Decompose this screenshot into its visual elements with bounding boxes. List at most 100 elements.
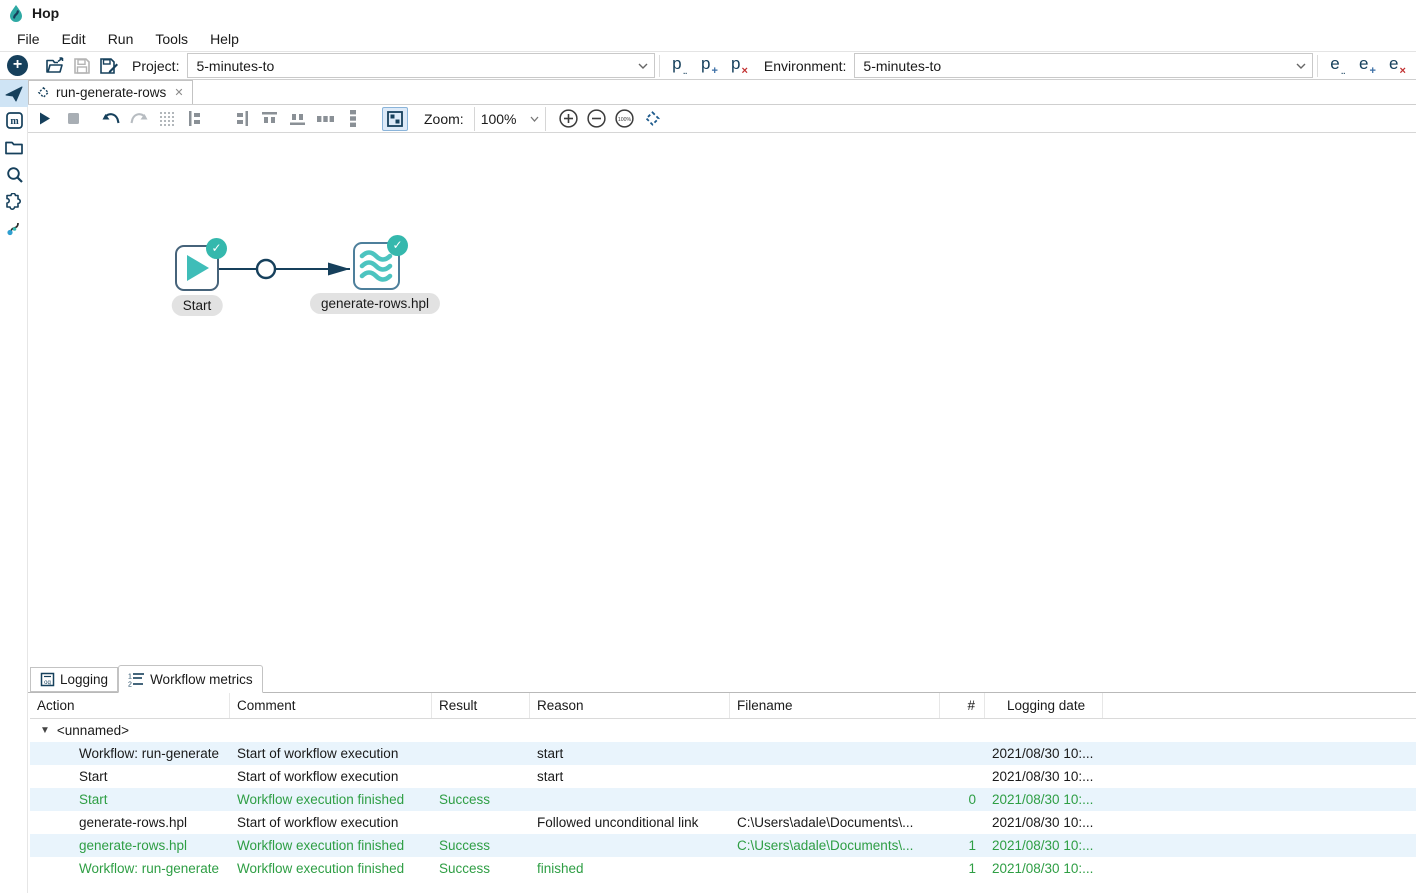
table-row[interactable]: Start Start of workflow execution start … xyxy=(30,765,1416,788)
perspective-data-orchestration[interactable] xyxy=(0,80,28,107)
redo-icon xyxy=(130,112,148,125)
plus-icon: + xyxy=(7,55,28,76)
save-as-icon xyxy=(99,57,119,75)
environment-combo[interactable]: 5-minutes-to xyxy=(854,53,1313,78)
tab-run-generate-rows[interactable]: run-generate-rows ✕ xyxy=(28,80,193,104)
tab-logging[interactable]: og Logging xyxy=(30,667,118,692)
collapse-chevron-icon[interactable]: ▼ xyxy=(40,725,50,736)
column-header-count[interactable]: # xyxy=(940,693,985,718)
align-bottom-button[interactable] xyxy=(284,107,310,131)
distribute-vertical-icon xyxy=(349,110,357,127)
metadata-icon: m xyxy=(6,112,23,129)
perspective-plugins[interactable] xyxy=(0,188,28,215)
show-execution-results-button[interactable] xyxy=(382,107,408,131)
environment-delete-button[interactable]: e× xyxy=(1382,53,1412,78)
align-top-button[interactable] xyxy=(256,107,282,131)
zoom-in-button[interactable] xyxy=(556,107,582,131)
project-combo[interactable]: 5-minutes-to xyxy=(187,53,654,78)
tab-workflow-metrics[interactable]: 1 2 Workflow metrics xyxy=(118,665,263,693)
workflow-node-start[interactable]: ✓ xyxy=(175,245,219,291)
menu-tools[interactable]: Tools xyxy=(146,29,197,49)
table-row[interactable]: generate-rows.hpl Start of workflow exec… xyxy=(30,811,1416,834)
align-left-button[interactable] xyxy=(182,107,208,131)
run-button[interactable] xyxy=(32,107,58,131)
svg-text:og: og xyxy=(44,680,51,686)
perspective-neo4j[interactable] xyxy=(0,215,28,242)
column-header-logging-date[interactable]: Logging date xyxy=(985,693,1103,718)
zoom-100-button[interactable]: 100% xyxy=(612,107,638,131)
grid-icon xyxy=(159,111,175,127)
stop-button[interactable] xyxy=(60,107,86,131)
workflow-metrics-table: Action Comment Result Reason Filename # … xyxy=(28,693,1416,893)
table-row[interactable]: Workflow: run-generate Start of workflow… xyxy=(30,742,1416,765)
column-header-action[interactable]: Action xyxy=(30,693,230,718)
add-plus-icon: + xyxy=(1370,60,1376,82)
project-edit-button[interactable]: p.. xyxy=(664,53,694,78)
workflow-node-pipeline[interactable]: ✓ xyxy=(353,242,400,290)
zoom-combo[interactable]: 100% xyxy=(474,107,546,131)
perspective-file-explorer[interactable] xyxy=(0,134,28,161)
table-group-row[interactable]: ▼ <unnamed> xyxy=(30,719,1416,742)
menu-help[interactable]: Help xyxy=(201,29,248,49)
zoom-to-fit-button[interactable] xyxy=(640,107,666,131)
chevron-down-icon[interactable] xyxy=(638,63,648,69)
close-icon[interactable]: ✕ xyxy=(174,86,183,99)
execution-results-icon xyxy=(387,111,403,127)
workflow-canvas[interactable]: ✓ ✓ Start generate-rows.hpl xyxy=(28,133,1416,664)
folder-icon xyxy=(5,140,23,155)
svg-text:1: 1 xyxy=(128,673,132,680)
table-row[interactable]: Start Workflow execution finished Succes… xyxy=(30,788,1416,811)
menu-run[interactable]: Run xyxy=(99,29,143,49)
align-left-icon xyxy=(189,111,202,126)
column-header-filename[interactable]: Filename xyxy=(730,693,940,718)
perspective-search[interactable] xyxy=(0,161,28,188)
environment-label: Environment: xyxy=(764,58,846,74)
perspective-metadata[interactable]: m xyxy=(0,107,28,134)
svg-text:m: m xyxy=(10,116,19,127)
play-icon xyxy=(39,112,51,125)
menu-edit[interactable]: Edit xyxy=(53,29,95,49)
distribute-vertically-button[interactable] xyxy=(340,107,366,131)
group-label: <unnamed> xyxy=(57,723,129,738)
chevron-down-icon[interactable] xyxy=(1296,63,1306,69)
environment-edit-button[interactable]: e.. xyxy=(1322,53,1352,78)
search-icon xyxy=(6,166,23,183)
menu-file[interactable]: File xyxy=(8,29,49,49)
new-button[interactable]: + xyxy=(4,53,31,78)
zoom-in-icon xyxy=(559,109,578,128)
delete-x-icon: × xyxy=(1400,60,1406,82)
align-top-icon xyxy=(262,112,277,125)
paper-plane-icon xyxy=(5,86,23,102)
column-header-result[interactable]: Result xyxy=(432,693,530,718)
titlebar: Hop xyxy=(0,0,1416,26)
column-header-comment[interactable]: Comment xyxy=(230,693,432,718)
zoom-100-icon: 100% xyxy=(615,109,634,128)
node-label-pipeline: generate-rows.hpl xyxy=(310,293,440,314)
zoom-out-button[interactable] xyxy=(584,107,610,131)
table-row[interactable]: generate-rows.hpl Workflow execution fin… xyxy=(30,834,1416,857)
logging-icon: og xyxy=(40,672,55,687)
redo-button[interactable] xyxy=(126,107,152,131)
save-as-button[interactable] xyxy=(95,53,122,78)
align-right-button[interactable] xyxy=(228,107,254,131)
app-title: Hop xyxy=(32,5,59,21)
environment-add-button[interactable]: e+ xyxy=(1352,53,1382,78)
undo-button[interactable] xyxy=(98,107,124,131)
metrics-list-icon: 1 2 xyxy=(128,672,145,687)
project-add-button[interactable]: p+ xyxy=(694,53,724,78)
save-icon xyxy=(73,57,91,75)
table-row[interactable]: Workflow: run-generate Workflow executio… xyxy=(30,857,1416,880)
chevron-down-icon[interactable] xyxy=(530,116,539,122)
stop-icon xyxy=(68,113,79,124)
project-delete-button[interactable]: p× xyxy=(724,53,754,78)
save-button[interactable] xyxy=(68,53,95,78)
open-button[interactable] xyxy=(41,53,68,78)
column-header-reason[interactable]: Reason xyxy=(530,693,730,718)
menubar: File Edit Run Tools Help xyxy=(0,26,1416,51)
neo4j-graph-icon xyxy=(6,220,23,237)
snap-to-grid-button[interactable] xyxy=(154,107,180,131)
project-combo-value: 5-minutes-to xyxy=(196,58,637,74)
edit-dots-icon: .. xyxy=(683,60,687,82)
distribute-horizontally-button[interactable] xyxy=(312,107,338,131)
delete-x-icon: × xyxy=(741,60,747,82)
